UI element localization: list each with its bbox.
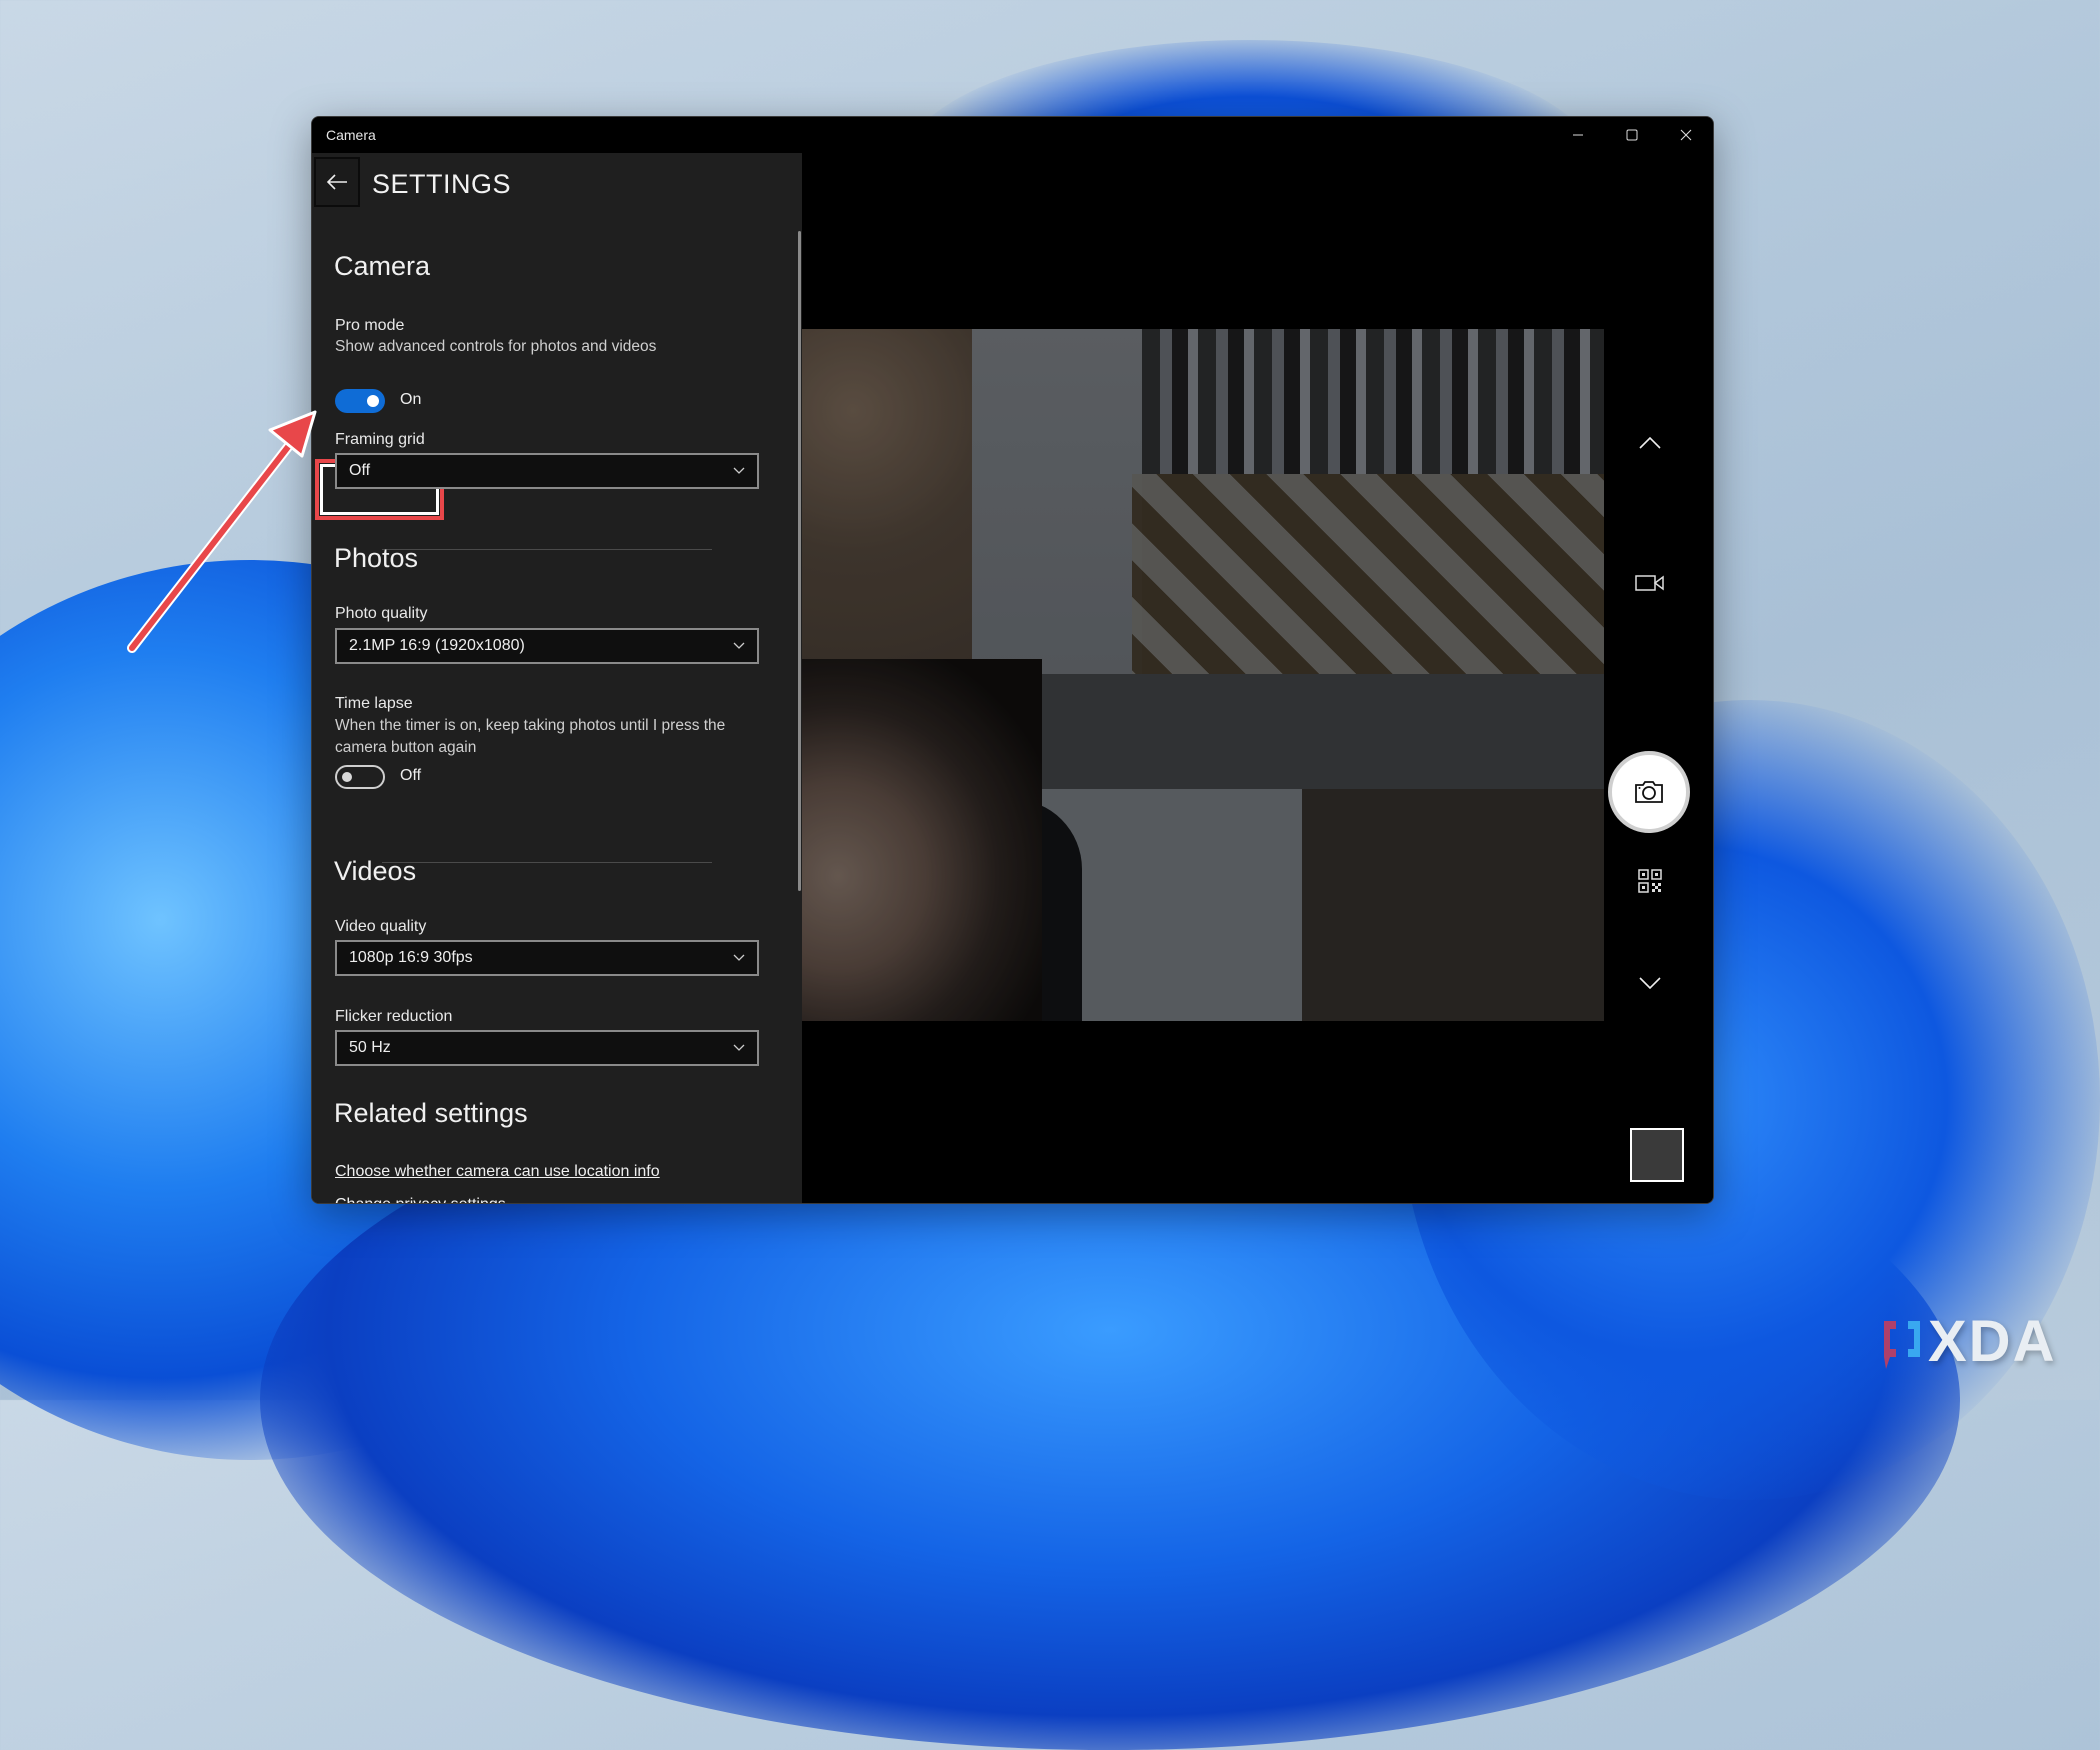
scroll-down-button[interactable]	[1622, 963, 1678, 1003]
title-bar: Camera	[312, 117, 1713, 153]
flicker-reduction-select[interactable]: 50 Hz	[335, 1030, 759, 1066]
framing-grid-select[interactable]: Off	[335, 453, 759, 489]
photo-quality-value: 2.1MP 16:9 (1920x1080)	[349, 637, 525, 654]
arrow-left-icon	[326, 174, 347, 190]
camera-viewfinder	[802, 153, 1713, 1203]
video-mode-button[interactable]	[1622, 563, 1678, 603]
time-lapse-description: When the timer is on, keep taking photos…	[335, 717, 726, 756]
chevron-up-icon	[1639, 437, 1661, 449]
camera-shutter-icon	[1635, 781, 1663, 803]
photo-quality-select[interactable]: 2.1MP 16:9 (1920x1080)	[335, 628, 759, 664]
toggle-knob	[342, 772, 352, 782]
pro-mode-toggle[interactable]	[335, 389, 385, 413]
pro-mode-state: On	[400, 391, 422, 408]
xda-watermark: XDA	[1880, 1308, 2056, 1375]
video-quality-select[interactable]: 1080p 16:9 30fps	[335, 940, 759, 976]
pro-mode-description: Show advanced controls for photos and vi…	[335, 338, 657, 355]
minimize-button[interactable]	[1551, 117, 1605, 153]
flicker-reduction-value: 50 Hz	[349, 1039, 391, 1056]
app-title: Camera	[326, 127, 376, 143]
section-heading-photos: Photos	[334, 543, 419, 573]
video-camera-icon	[1635, 575, 1664, 591]
qr-code-icon	[1638, 869, 1662, 893]
xda-wordmark: XDA	[1928, 1309, 2057, 1374]
minimize-icon	[1573, 134, 1583, 136]
annotation-arrow	[127, 410, 317, 653]
preview-overlay	[802, 329, 1604, 1021]
section-heading-related: Related settings	[334, 1098, 528, 1128]
chevron-down-icon	[733, 1044, 745, 1051]
settings-pane: SETTINGS Camera Pro mode Show advanced c…	[312, 153, 802, 1203]
close-button[interactable]	[1659, 117, 1713, 153]
photo-quality-label: Photo quality	[335, 605, 428, 622]
xda-logo-icon	[1884, 1320, 1920, 1369]
time-lapse-label: Time lapse	[335, 695, 413, 712]
video-quality-value: 1080p 16:9 30fps	[349, 949, 473, 966]
section-heading-videos: Videos	[334, 856, 417, 886]
gallery-thumbnail[interactable]	[1630, 1128, 1684, 1182]
time-lapse-state: Off	[400, 767, 422, 784]
back-button[interactable]	[314, 157, 360, 207]
maximize-icon	[1626, 129, 1638, 141]
framing-grid-value: Off	[349, 462, 371, 479]
toggle-knob	[367, 395, 379, 407]
settings-title: SETTINGS	[372, 169, 512, 199]
section-divider	[382, 862, 712, 863]
time-lapse-toggle[interactable]	[335, 765, 385, 789]
pro-mode-label: Pro mode	[335, 317, 405, 334]
framing-grid-label: Framing grid	[335, 431, 425, 448]
qr-scan-button[interactable]	[1622, 861, 1678, 901]
section-divider	[382, 549, 712, 550]
video-quality-label: Video quality	[335, 918, 427, 935]
close-icon	[1680, 129, 1692, 141]
flicker-reduction-label: Flicker reduction	[335, 1008, 453, 1025]
maximize-button[interactable]	[1605, 117, 1659, 153]
chevron-down-icon	[733, 467, 745, 474]
privacy-settings-link[interactable]: Change privacy settings	[335, 1196, 506, 1203]
chevron-down-icon	[733, 642, 745, 649]
camera-window: Camera SETTINGS Camera Pro mode Show adv…	[311, 116, 1714, 1204]
section-heading-camera: Camera	[334, 251, 431, 281]
chevron-down-icon	[1639, 977, 1661, 989]
take-photo-button[interactable]	[1608, 751, 1690, 833]
location-info-link[interactable]: Choose whether camera can use location i…	[335, 1163, 660, 1181]
scrollbar[interactable]	[798, 231, 801, 891]
scroll-up-button[interactable]	[1622, 423, 1678, 463]
camera-preview	[802, 329, 1604, 1021]
chevron-down-icon	[733, 954, 745, 961]
